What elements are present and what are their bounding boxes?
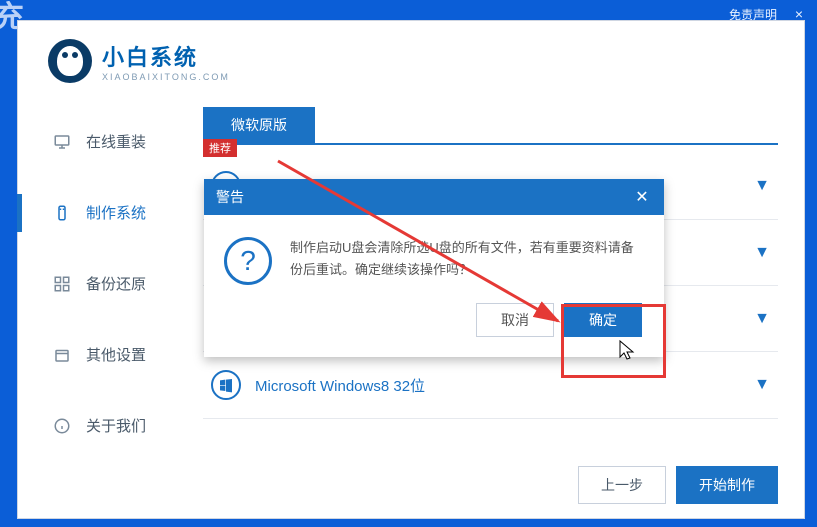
tab-row: 微软原版 [203, 107, 778, 145]
os-row-win8-32[interactable]: Microsoft Windows8 32位 ▼ [203, 352, 778, 419]
sidebar-item-label: 在线重装 [86, 131, 146, 152]
chevron-down-icon: ▼ [754, 376, 770, 394]
box-icon [52, 345, 72, 365]
sidebar-item-other-settings[interactable]: 其他设置 [18, 334, 193, 375]
sidebar-item-label: 备份还原 [86, 273, 146, 294]
chevron-down-icon: ▼ [754, 244, 770, 262]
sidebar-item-about[interactable]: 关于我们 [18, 405, 193, 446]
dialog-titlebar: 警告 ✕ [204, 179, 664, 215]
os-name: Microsoft Windows8 32位 [255, 375, 425, 396]
dialog-message: 制作启动U盘会清除所选U盘的所有文件，若有重要资料请备份后重试。确定继续该操作吗… [290, 237, 644, 285]
dialog-title: 警告 [216, 187, 244, 207]
close-icon[interactable]: ✕ [632, 187, 652, 207]
sidebar-item-label: 制作系统 [86, 202, 146, 223]
warning-dialog: 警告 ✕ ? 制作启动U盘会清除所选U盘的所有文件，若有重要资料请备份后重试。确… [204, 179, 664, 357]
prev-button[interactable]: 上一步 [578, 466, 666, 504]
question-icon: ? [224, 237, 272, 285]
grid-icon [52, 274, 72, 294]
usb-icon [52, 203, 72, 223]
sidebar-item-make-system[interactable]: 制作系统 [18, 192, 193, 233]
monitor-icon [52, 132, 72, 152]
tab-microsoft-original[interactable]: 微软原版 [203, 107, 315, 143]
sidebar: 在线重装 制作系统 备份还原 其他设置 [18, 21, 193, 518]
cancel-button[interactable]: 取消 [476, 303, 554, 337]
info-icon [52, 416, 72, 436]
app-window: 小白系统 XIAOBAIXITONG.COM 在线重装 制作系统 [17, 20, 805, 519]
ok-button[interactable]: 确定 [564, 303, 642, 337]
footer-actions: 上一步 开始制作 [578, 466, 778, 504]
sidebar-item-label: 其他设置 [86, 344, 146, 365]
chevron-down-icon: ▼ [754, 177, 770, 195]
start-make-button[interactable]: 开始制作 [676, 466, 778, 504]
sidebar-item-label: 关于我们 [86, 415, 146, 436]
chevron-down-icon: ▼ [754, 310, 770, 328]
sidebar-item-online-reinstall[interactable]: 在线重装 [18, 121, 193, 162]
sidebar-item-backup-restore[interactable]: 备份还原 [18, 263, 193, 304]
windows-icon [211, 370, 241, 400]
